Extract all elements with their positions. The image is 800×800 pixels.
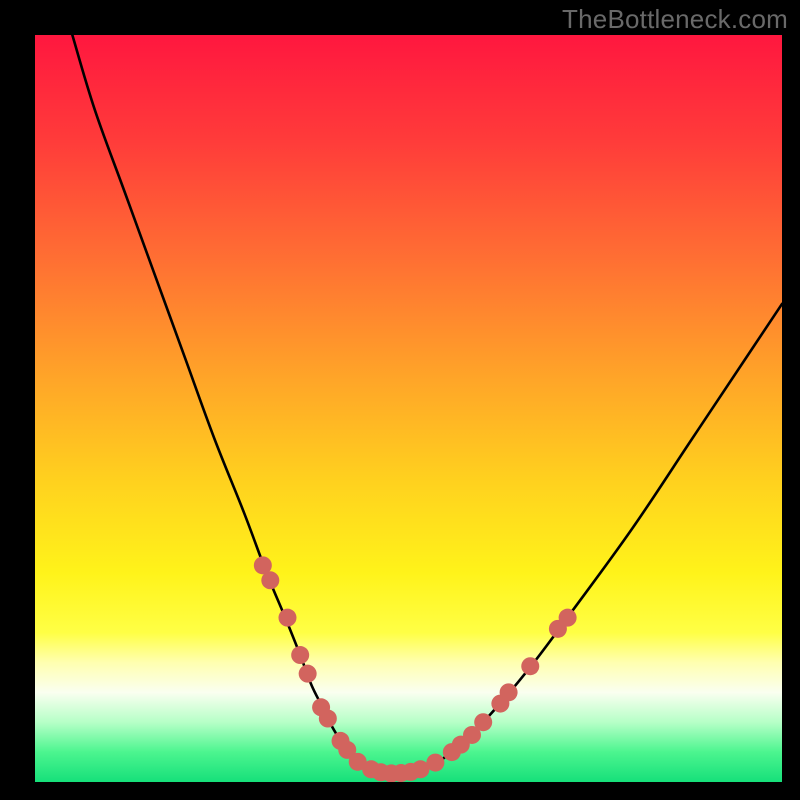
- curve-marker: [291, 646, 309, 664]
- curve-marker: [474, 713, 492, 731]
- curve-marker: [261, 571, 279, 589]
- curve-marker: [500, 683, 518, 701]
- curve-marker: [319, 710, 337, 728]
- curve-marker: [278, 609, 296, 627]
- curve-markers: [35, 35, 782, 782]
- curve-marker: [521, 657, 539, 675]
- plot-area: [35, 35, 782, 782]
- curve-marker: [426, 754, 444, 772]
- chart-outer-frame: TheBottleneck.com: [0, 0, 800, 800]
- curve-marker: [559, 609, 577, 627]
- watermark-text: TheBottleneck.com: [562, 4, 788, 35]
- curve-marker: [299, 665, 317, 683]
